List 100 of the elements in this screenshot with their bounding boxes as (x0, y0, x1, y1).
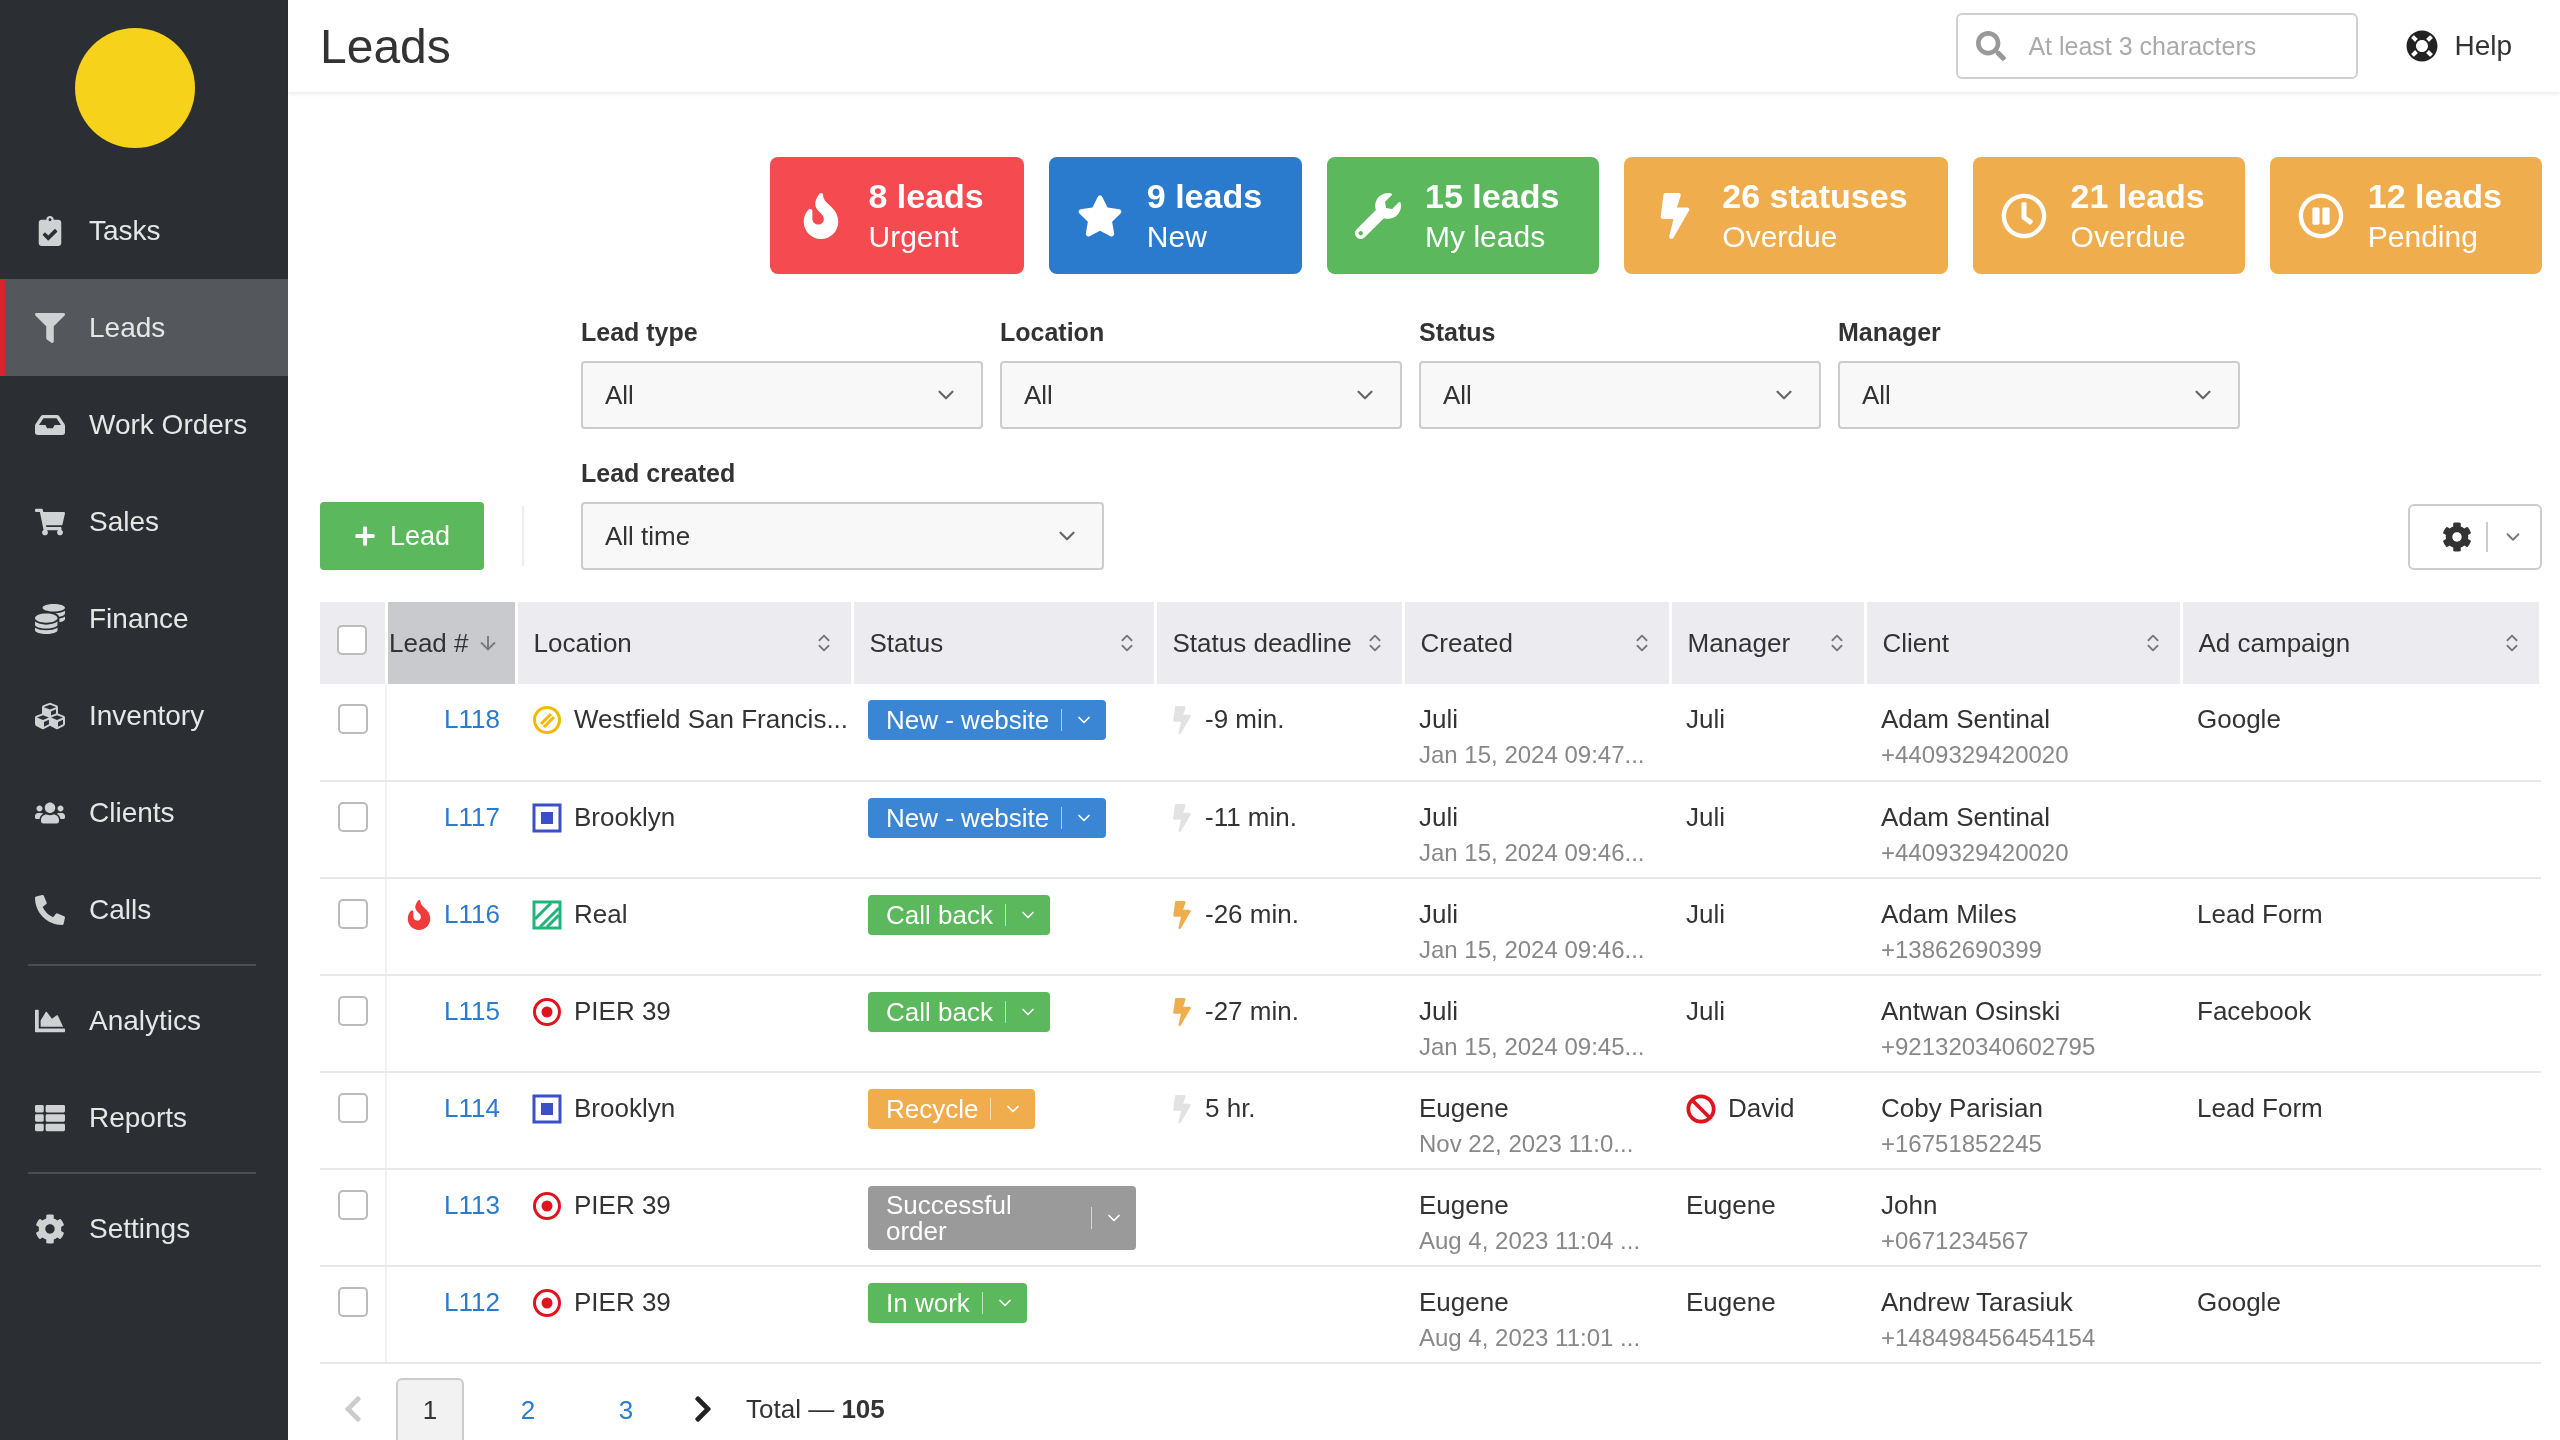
created-date: Jan 15, 2024 09:46... (1419, 839, 1645, 867)
lead-link[interactable]: L113 (444, 1190, 500, 1221)
sidebar-item[interactable]: Clients (0, 764, 288, 861)
lead-link[interactable]: L112 (444, 1287, 500, 1318)
filter-select[interactable]: All (581, 361, 983, 429)
client-name: John (1881, 1190, 1938, 1220)
checkbox[interactable] (337, 1190, 368, 1220)
creator-name: Juli (1419, 704, 1458, 734)
sidebar-item[interactable]: Finance (0, 570, 288, 667)
settings-button[interactable] (2408, 504, 2542, 570)
wrench-icon (1355, 192, 1402, 239)
ad-campaign: Google (2197, 704, 2281, 734)
created-date: Aug 4, 2023 11:01 ... (1419, 1324, 1641, 1352)
search-field[interactable]: At least 3 characters (1956, 13, 2359, 79)
settings-icon (35, 1213, 65, 1244)
created-date: Jan 15, 2024 09:47... (1419, 741, 1645, 769)
page-button[interactable]: 1 (396, 1378, 464, 1440)
filter-label: Location (1000, 318, 1106, 347)
client-phone: +921320340602795 (1881, 1033, 2096, 1061)
client-name: Andrew Tarasiuk (1881, 1287, 2073, 1317)
filter-select[interactable]: All time (581, 502, 1104, 570)
manager-name: Eugene (1686, 1287, 1776, 1318)
stat-card[interactable]: 8 leads Urgent (770, 157, 1024, 274)
client-phone: +16751852245 (1881, 1130, 2042, 1158)
deadline-text: -9 min. (1205, 704, 1285, 735)
sidebar-item[interactable]: Calls (0, 861, 288, 958)
client-phone: +0671234567 (1881, 1227, 2029, 1255)
checkbox[interactable] (337, 704, 368, 734)
stat-card[interactable]: 9 leads New (1048, 157, 1303, 274)
client-phone: +4409329420020 (1881, 741, 2069, 769)
checkbox[interactable] (337, 899, 368, 929)
stat-label: Urgent (868, 220, 960, 254)
column-header[interactable]: Manager (1670, 602, 1865, 684)
pause-icon (2297, 192, 2344, 239)
stat-count: 12 leads (2367, 177, 2502, 216)
checkbox[interactable] (337, 1093, 368, 1123)
column-header[interactable]: Status deadline (1155, 602, 1403, 684)
stat-label: My leads (1425, 220, 1547, 254)
column-header[interactable]: Location (516, 602, 852, 684)
deadline-text: -27 min. (1205, 996, 1299, 1027)
sidebar-item[interactable]: Leads (0, 279, 288, 376)
filter-select[interactable]: All (1419, 361, 1821, 429)
lead-link[interactable]: L116 (444, 899, 500, 930)
client-phone: +13862690399 (1881, 936, 2042, 964)
lead-link[interactable]: L118 (444, 704, 500, 735)
ad-campaign: Lead Form (2197, 899, 2323, 929)
total-count: Total — 105 (746, 1393, 885, 1425)
checkbox[interactable] (337, 996, 368, 1026)
lead-link[interactable]: L117 (444, 802, 500, 833)
sidebar-item[interactable]: Inventory (0, 667, 288, 764)
page-button[interactable]: 2 (494, 1378, 562, 1440)
stat-count: 26 statuses (1722, 177, 1908, 216)
creator-name: Eugene (1419, 1190, 1509, 1220)
location-name: Brooklyn (574, 802, 676, 833)
sidebar-item[interactable]: Settings (0, 1180, 288, 1277)
deadline-text: -26 min. (1205, 899, 1299, 930)
stat-label: Pending (2367, 220, 2479, 254)
status-dropdown[interactable]: New - website (868, 700, 1107, 740)
filter-select[interactable]: All (1838, 361, 2240, 429)
client-phone: +148498456454154 (1881, 1324, 2096, 1352)
column-header[interactable]: Ad campaign (2181, 602, 2541, 684)
created-date: Jan 15, 2024 09:46... (1419, 936, 1645, 964)
creator-name: Eugene (1419, 1287, 1509, 1317)
settings-icon (2442, 522, 2472, 552)
column-header[interactable]: Client (1865, 602, 2181, 684)
sidebar-item[interactable]: Work Orders (0, 376, 288, 473)
creator-name: Juli (1419, 802, 1458, 832)
sidebar-item[interactable]: Tasks (0, 182, 288, 279)
stat-count: 15 leads (1425, 177, 1560, 216)
sidebar-item[interactable]: Reports (0, 1069, 288, 1166)
filter-label: Manager (1838, 318, 1942, 347)
manager-name: David (1728, 1093, 1795, 1124)
stat-count: 21 leads (2070, 177, 2205, 216)
boxes-icon (35, 700, 65, 731)
sidebar-item[interactable]: Analytics (0, 972, 288, 1069)
plus-icon (354, 525, 376, 547)
client-phone: +4409329420020 (1881, 839, 2069, 867)
checkbox[interactable] (337, 624, 368, 655)
help-link[interactable]: Help (2406, 30, 2512, 62)
ad-campaign: Google (2197, 1287, 2281, 1317)
filter-icon (35, 312, 65, 343)
checkbox[interactable] (337, 802, 368, 832)
location-name: PIER 39 (574, 1287, 671, 1318)
location-name: Westfield San Francis... (574, 704, 849, 735)
manager-name: Juli (1686, 802, 1725, 833)
clock-icon (2000, 192, 2047, 239)
checkbox[interactable] (337, 1287, 368, 1317)
lead-link[interactable]: L114 (444, 1093, 500, 1124)
deadline-text: -11 min. (1205, 802, 1297, 833)
lead-link[interactable]: L115 (444, 996, 500, 1027)
column-header[interactable]: Created (1403, 602, 1670, 684)
lifebuoy-icon (2406, 30, 2439, 62)
sidebar-item[interactable]: Sales (0, 473, 288, 570)
page-button[interactable]: 3 (592, 1378, 660, 1440)
column-header[interactable]: Lead # (386, 602, 516, 684)
column-header[interactable]: Status (852, 602, 1155, 684)
search-icon (1976, 31, 2007, 61)
filter-select[interactable]: All (1000, 361, 1402, 429)
status-dropdown[interactable]: New - website (868, 798, 1107, 838)
location-name: PIER 39 (574, 996, 671, 1027)
